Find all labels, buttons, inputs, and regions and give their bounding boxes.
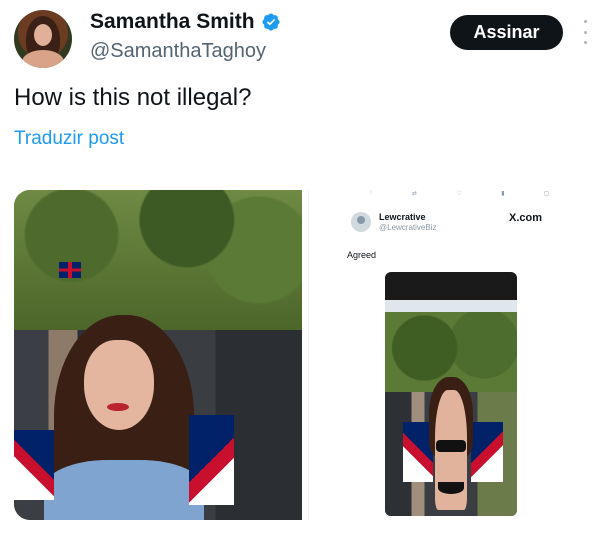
more-options-icon[interactable] xyxy=(578,20,592,44)
embedded-avatar xyxy=(351,212,371,232)
more-dot xyxy=(583,41,587,44)
photo-person-face xyxy=(84,340,154,430)
media-photo-1[interactable] xyxy=(14,190,302,520)
embedded-author-handle: @LewcrativeBiz xyxy=(379,223,437,232)
photo-person-top xyxy=(44,460,204,520)
author-handle[interactable]: @SamanthaTaghoy xyxy=(90,40,266,63)
embedded-author-name: Lewcrative xyxy=(379,212,426,222)
avatar-shoulder xyxy=(22,50,64,68)
union-jack-flag-icon xyxy=(59,262,81,278)
verified-badge-icon xyxy=(262,13,280,31)
follow-button[interactable]: Assinar xyxy=(450,15,563,50)
post-text: How is this not illegal? xyxy=(14,84,252,111)
views-icon: ▮ xyxy=(501,191,505,197)
embedded-photo xyxy=(385,272,517,516)
embedded-flag-right xyxy=(471,422,503,482)
bookmark-icon: ◻ xyxy=(544,191,549,197)
avatar-face xyxy=(34,24,52,46)
media-photo-2[interactable]: ◌ ⇄ ♡ ▮ ◻ Lewcrative @LewcrativeBiz X.co… xyxy=(308,190,596,520)
embedded-person-top xyxy=(436,440,466,452)
more-dot xyxy=(583,20,587,23)
embedded-reply-text: Agreed xyxy=(347,250,377,260)
photo-person-lips xyxy=(107,403,129,411)
translate-post-link[interactable]: Traduzir post xyxy=(14,128,124,150)
author-display-name[interactable]: Samantha Smith xyxy=(90,10,255,34)
reply-icon: ◌ xyxy=(369,190,373,196)
more-dot xyxy=(583,30,587,34)
like-icon: ♡ xyxy=(456,191,462,197)
post-media: ◌ ⇄ ♡ ▮ ◻ Lewcrative @LewcrativeBiz X.co… xyxy=(14,190,596,520)
repost-icon: ⇄ xyxy=(412,191,418,197)
embedded-person-bottom xyxy=(438,482,464,494)
embedded-brand-logo: X.com xyxy=(509,212,543,224)
photo-trees xyxy=(14,190,302,340)
union-jack-flag-left xyxy=(14,430,54,500)
union-jack-flag-right xyxy=(189,415,234,505)
author-avatar[interactable] xyxy=(14,10,72,68)
embedded-stats-row: ◌ ⇄ ♡ ▮ ◻ xyxy=(369,190,549,197)
author-name-row: Samantha Smith xyxy=(90,10,281,34)
